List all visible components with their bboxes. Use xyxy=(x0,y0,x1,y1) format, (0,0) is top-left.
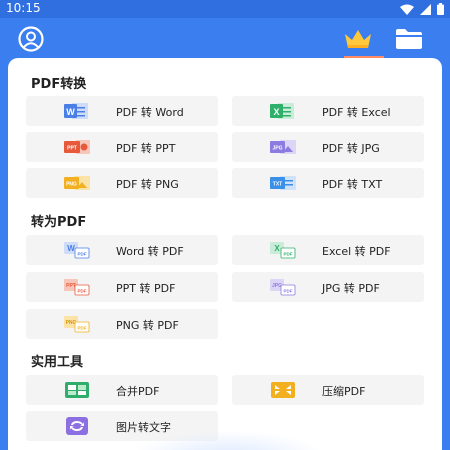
jpg-icon: JPG xyxy=(270,140,296,154)
excel-to-pdf-button[interactable]: X PDF Excel 转 PDF xyxy=(232,235,424,265)
item-label: PDF 转 JPG xyxy=(322,142,380,155)
pdf-to-ppt-button[interactable]: PPT PDF 转 PPT xyxy=(26,132,218,162)
section-title-to-pdf: 转为PDF xyxy=(31,215,87,230)
signal-icon xyxy=(420,3,431,15)
item-label: PDF 转 PPT xyxy=(116,142,176,155)
item-label: 合并PDF xyxy=(116,385,160,398)
svg-text:JPG: JPG xyxy=(272,146,282,152)
ppt-to-pdf-icon: PPT PDF xyxy=(64,279,90,296)
txt-icon: TXT xyxy=(270,176,296,190)
jpg-to-pdf-button[interactable]: JPG PDF JPG 转 PDF xyxy=(232,272,424,302)
merge-pdf-icon xyxy=(65,382,89,398)
svg-text:JPG: JPG xyxy=(272,283,282,289)
png-icon: PNG xyxy=(64,176,90,190)
svg-text:PDF: PDF xyxy=(78,326,87,331)
item-label: PDF 转 TXT xyxy=(322,178,383,191)
ppt-to-pdf-button[interactable]: PPT PDF PPT 转 PDF xyxy=(26,272,218,302)
ppt-icon: PPT xyxy=(64,140,90,154)
status-time: 10:15 xyxy=(6,1,41,15)
jpg-to-pdf-icon: JPG PDF xyxy=(270,279,296,296)
compress-pdf-button[interactable]: 压缩PDF xyxy=(232,375,424,405)
pdf-to-txt-button[interactable]: TXT PDF 转 TXT xyxy=(232,168,424,198)
svg-text:PDF: PDF xyxy=(78,289,87,294)
vip-crown-icon[interactable] xyxy=(343,28,373,50)
merge-pdf-button[interactable]: 合并PDF xyxy=(26,375,218,405)
item-label: 图片转文字 xyxy=(116,421,171,434)
svg-text:X: X xyxy=(274,244,280,253)
item-label: PPT 转 PDF xyxy=(116,282,176,295)
pdf-to-word-button[interactable]: W PDF 转 Word xyxy=(26,96,218,126)
word-icon: W xyxy=(64,103,88,119)
word-to-pdf-button[interactable]: W PDF Word 转 PDF xyxy=(26,235,218,265)
excel-icon: X xyxy=(270,103,294,119)
battery-icon xyxy=(437,3,444,15)
svg-text:PDF: PDF xyxy=(284,289,293,294)
svg-text:PNG: PNG xyxy=(66,182,77,188)
svg-text:PDF: PDF xyxy=(78,252,87,257)
tools-panel: PDF转换 W PDF 转 Word X PDF 转 Excel PPT PDF… xyxy=(8,58,442,450)
svg-text:X: X xyxy=(273,107,279,117)
svg-text:W: W xyxy=(67,244,75,253)
folder-icon[interactable] xyxy=(395,28,423,50)
item-label: Word 转 PDF xyxy=(116,245,184,258)
pdf-to-jpg-button[interactable]: JPG PDF 转 JPG xyxy=(232,132,424,162)
excel-to-pdf-icon: X PDF xyxy=(270,242,296,259)
word-to-pdf-icon: W PDF xyxy=(64,242,90,259)
pdf-to-png-button[interactable]: PNG PDF 转 PNG xyxy=(26,168,218,198)
status-bar: 10:15 xyxy=(0,0,450,18)
svg-text:PPT: PPT xyxy=(67,146,77,152)
svg-text:PPT: PPT xyxy=(66,283,76,289)
section-title-pdf-convert: PDF转换 xyxy=(31,77,87,92)
compress-pdf-icon xyxy=(271,382,295,398)
item-label: JPG 转 PDF xyxy=(322,282,380,295)
section-title-tools: 实用工具 xyxy=(31,355,84,370)
wifi-icon xyxy=(400,4,414,15)
item-label: PDF 转 Excel xyxy=(322,106,391,119)
png-to-pdf-button[interactable]: PNG PDF PNG 转 PDF xyxy=(26,309,218,339)
ocr-icon xyxy=(66,417,88,435)
pdf-to-excel-button[interactable]: X PDF 转 Excel xyxy=(232,96,424,126)
png-to-pdf-icon: PNG PDF xyxy=(64,316,90,333)
item-label: PNG 转 PDF xyxy=(116,319,179,332)
item-label: 压缩PDF xyxy=(322,385,366,398)
app-bar xyxy=(0,18,450,58)
item-label: PDF 转 Word xyxy=(116,106,184,119)
user-avatar-icon[interactable] xyxy=(18,26,44,52)
item-label: PDF 转 PNG xyxy=(116,178,179,191)
svg-text:PDF: PDF xyxy=(284,252,293,257)
item-label: Excel 转 PDF xyxy=(322,245,391,258)
svg-text:W: W xyxy=(66,107,75,117)
image-to-text-button[interactable]: 图片转文字 xyxy=(26,411,218,441)
system-icons xyxy=(400,3,444,15)
svg-text:TXT: TXT xyxy=(273,182,282,188)
